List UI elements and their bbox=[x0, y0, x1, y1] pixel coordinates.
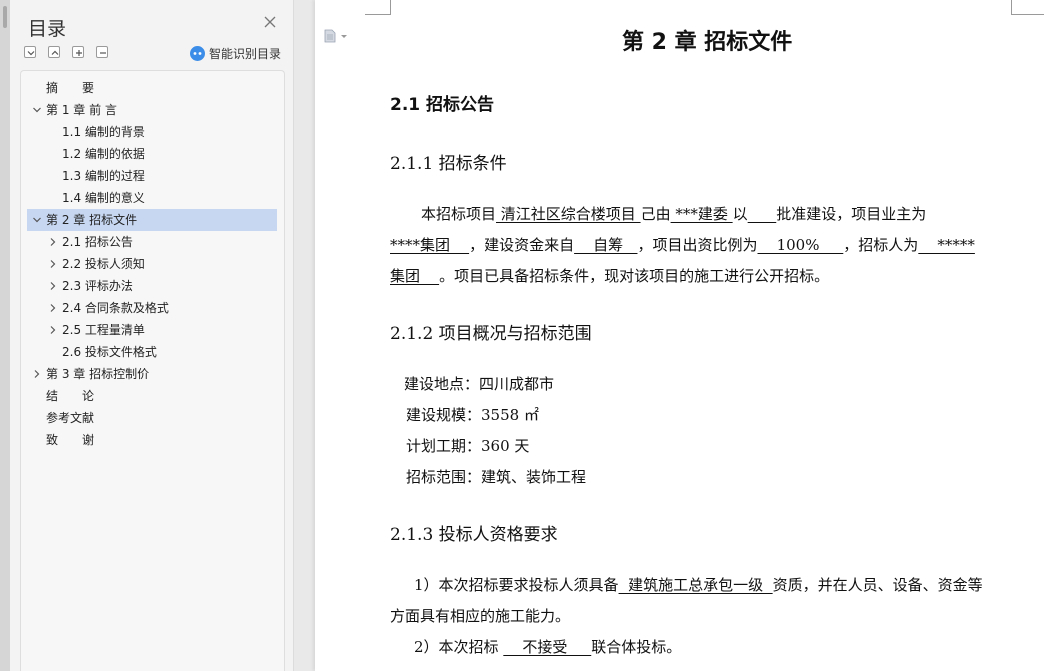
toc-item[interactable]: 2.5 工程量清单 bbox=[27, 319, 277, 341]
toc-item-label: 1.3 编制的过程 bbox=[62, 169, 145, 183]
toc-item[interactable]: 第 3 章 招标控制价 bbox=[27, 363, 277, 385]
filled-blank bbox=[748, 205, 777, 223]
toc-item-label: 第 1 章 前 言 bbox=[46, 103, 117, 117]
chevron-right-icon[interactable] bbox=[48, 259, 58, 269]
filled-blank: ****集团 bbox=[390, 236, 470, 254]
toc-item-label: 2.4 合同条款及格式 bbox=[62, 301, 169, 315]
toc-item-label: 摘 要 bbox=[46, 81, 95, 95]
toc-item[interactable]: 1.2 编制的依据 bbox=[27, 143, 277, 165]
filled-blank: ***建委 bbox=[670, 205, 733, 223]
text-run: 本招标项目 bbox=[421, 205, 497, 223]
expand-all-icon[interactable] bbox=[24, 46, 36, 58]
toc-item[interactable]: 1.4 编制的意义 bbox=[27, 187, 277, 209]
text-run: 资质，并在人员、设备、资金等 bbox=[772, 576, 983, 594]
crop-mark bbox=[1011, 0, 1012, 15]
text-run: ，招标人为 bbox=[843, 236, 919, 254]
remove-heading-icon[interactable] bbox=[96, 46, 108, 58]
filled-blank: 建筑施工总承包一级 bbox=[618, 576, 773, 594]
chevron-down-icon[interactable] bbox=[32, 105, 42, 115]
document-area: 第 2 章 招标文件 2.1 招标公告 2.1.1 招标条件 本招标项目 清江社… bbox=[294, 0, 1044, 671]
text-run: 1）本次招标要求投标人须具备 bbox=[414, 576, 619, 594]
text-run: 。项目已具备招标条件，现对该项目的施工进行公开招标。 bbox=[439, 267, 830, 285]
filled-blank: 集团 bbox=[390, 267, 440, 285]
subsection-heading: 2.1.1 招标条件 bbox=[390, 154, 507, 174]
toc-item[interactable]: 摘 要 bbox=[27, 77, 277, 99]
chevron-right-icon[interactable] bbox=[48, 303, 58, 313]
requirement-line: 方面具有相应的施工能力。 bbox=[390, 607, 571, 625]
toc-item-label: 2.6 投标文件格式 bbox=[62, 345, 157, 359]
text-run: 己由 bbox=[640, 205, 671, 223]
requirement-line: 2）本次招标 不接受 联合体投标。 bbox=[414, 636, 681, 657]
paragraph-line: ****集团 ，建设资金来自 自筹 ，项目出资比例为 100% ，招标人为 **… bbox=[390, 234, 975, 255]
paragraph-line: 本招标项目 清江社区综合楼项目 己由 ***建委 以 批准建设，项目业主为 bbox=[421, 203, 926, 224]
toc-item-label: 致 谢 bbox=[46, 433, 95, 447]
info-line: 建设规模：3558 ㎡ bbox=[406, 406, 539, 424]
subsection-heading: 2.1.3 投标人资格要求 bbox=[390, 525, 558, 545]
navigation-pane: 目录 智能识别目录 摘 要第 1 章 前 言 1.1 编制的背景 1.2 编制的依据… bbox=[0, 0, 294, 671]
toc-item[interactable]: 结 论 bbox=[27, 385, 277, 407]
toc-item[interactable]: 2.6 投标文件格式 bbox=[27, 341, 277, 363]
chevron-right-icon[interactable] bbox=[48, 281, 58, 291]
chevron-down-icon[interactable] bbox=[32, 215, 42, 225]
chevron-right-icon[interactable] bbox=[48, 325, 58, 335]
toc-item[interactable]: 2.3 评标办法 bbox=[27, 275, 277, 297]
filled-blank: 自筹 bbox=[574, 236, 638, 254]
smart-toc-button[interactable]: 智能识别目录 bbox=[190, 45, 281, 62]
text-run: 联合体投标。 bbox=[591, 638, 682, 656]
crop-mark bbox=[1011, 14, 1044, 15]
toc-item[interactable]: 1.1 编制的背景 bbox=[27, 121, 277, 143]
add-heading-icon[interactable] bbox=[72, 46, 84, 58]
section-heading: 2.1 招标公告 bbox=[390, 95, 495, 115]
paragraph-line: 集团 。项目已具备招标条件，现对该项目的施工进行公开招标。 bbox=[390, 265, 829, 286]
toc-item-label: 1.2 编制的依据 bbox=[62, 147, 145, 161]
close-icon[interactable] bbox=[262, 14, 278, 30]
text-run: ，项目出资比例为 bbox=[637, 236, 758, 254]
requirement-line: 1）本次招标要求投标人须具备 建筑施工总承包一级 资质，并在人员、设备、资金等 bbox=[414, 574, 983, 595]
toc-item-label: 参考文献 bbox=[46, 411, 95, 425]
crop-mark bbox=[365, 14, 391, 15]
toc-item[interactable]: 参考文献 bbox=[27, 407, 277, 429]
chevron-right-icon[interactable] bbox=[32, 369, 42, 379]
filled-blank: 清江社区综合楼项目 bbox=[496, 205, 641, 223]
toc-item-label: 1.4 编制的意义 bbox=[62, 191, 145, 205]
toc-item[interactable]: 2.2 投标人须知 bbox=[27, 253, 277, 275]
info-line: 计划工期：360 天 bbox=[406, 437, 530, 455]
text-run: 2）本次招标 bbox=[414, 638, 504, 656]
filled-blank: 不接受 bbox=[503, 638, 592, 656]
filled-blank: 100% bbox=[757, 236, 844, 254]
toc-item-label: 结 论 bbox=[46, 389, 95, 403]
collapse-all-icon[interactable] bbox=[48, 46, 60, 58]
toc-item[interactable]: 2.1 招标公告 bbox=[27, 231, 277, 253]
chapter-title: 第 2 章 招标文件 bbox=[622, 30, 793, 55]
toc-controls bbox=[24, 46, 120, 60]
toc-item[interactable]: 1.3 编制的过程 bbox=[27, 165, 277, 187]
smart-toc-label: 智能识别目录 bbox=[209, 47, 282, 61]
filled-blank: ***** bbox=[918, 236, 975, 254]
page-options-icon[interactable] bbox=[324, 28, 350, 43]
toc-item-label: 2.3 评标办法 bbox=[62, 279, 133, 293]
subsection-heading: 2.1.2 项目概况与招标范围 bbox=[390, 324, 592, 344]
toc-item-label: 第 2 章 招标文件 bbox=[46, 213, 138, 227]
info-line: 建设地点：四川成都市 bbox=[404, 375, 555, 393]
crop-mark bbox=[390, 0, 391, 15]
toc-item-label: 2.1 招标公告 bbox=[62, 235, 133, 249]
pane-grip-handle[interactable] bbox=[3, 6, 7, 28]
toc-item[interactable]: 致 谢 bbox=[27, 429, 277, 451]
toc-item-label: 第 3 章 招标控制价 bbox=[46, 367, 150, 381]
pane-edge-bar bbox=[0, 0, 10, 671]
toc-item-label: 1.1 编制的背景 bbox=[62, 125, 145, 139]
chevron-right-icon[interactable] bbox=[48, 237, 58, 247]
text-run: 批准建设，项目业主为 bbox=[776, 205, 927, 223]
toc-item[interactable]: 2.4 合同条款及格式 bbox=[27, 297, 277, 319]
text-run: ，建设资金来自 bbox=[469, 236, 575, 254]
toc-title: 目录 bbox=[28, 18, 67, 40]
toc-list: 摘 要第 1 章 前 言 1.1 编制的背景 1.2 编制的依据 1.3 编制的过程 1… bbox=[20, 70, 285, 671]
toc-item[interactable]: 第 1 章 前 言 bbox=[27, 99, 277, 121]
toc-item-label: 2.5 工程量清单 bbox=[62, 323, 145, 337]
text-run: 以 bbox=[732, 205, 748, 223]
info-line: 招标范围：建筑、装饰工程 bbox=[406, 468, 587, 486]
ai-icon bbox=[190, 46, 205, 61]
toc-item-label: 2.2 投标人须知 bbox=[62, 257, 145, 271]
toc-item[interactable]: 第 2 章 招标文件 bbox=[27, 209, 277, 231]
